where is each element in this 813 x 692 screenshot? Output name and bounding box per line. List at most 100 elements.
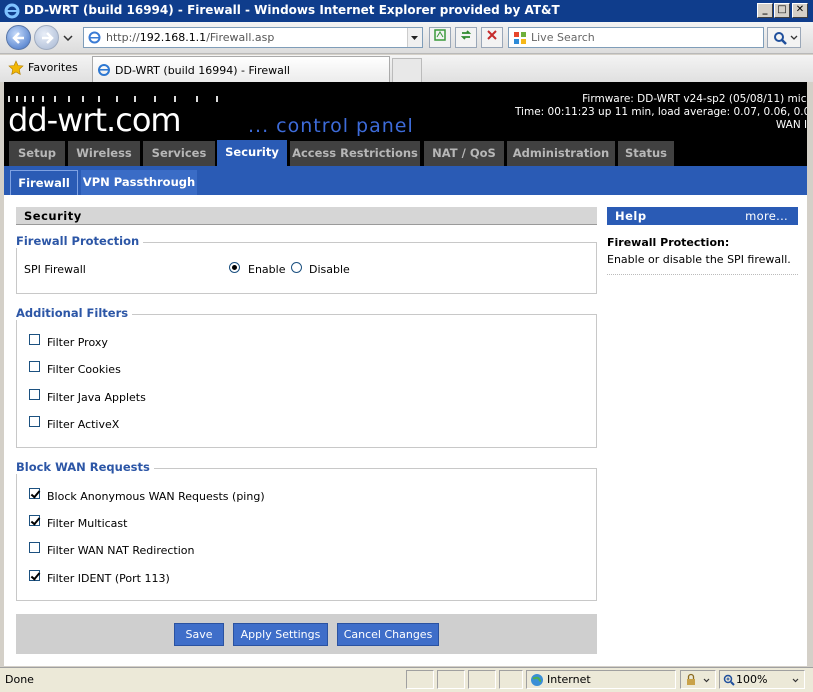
- section-title: Security: [16, 207, 597, 225]
- protected-mode-pane[interactable]: [680, 670, 716, 689]
- filter-java-applets-checkbox[interactable]: [29, 389, 40, 400]
- window-title-bar[interactable]: DD-WRT (build 16994) - Firewall - Window…: [0, 0, 813, 22]
- tab-nat-qos[interactable]: NAT / QoS: [424, 141, 504, 166]
- filter-activex-checkbox[interactable]: [29, 416, 40, 427]
- subtab-vpn-passthrough[interactable]: VPN Passthrough: [81, 170, 197, 195]
- filter-activex-label[interactable]: Filter ActiveX: [47, 418, 119, 431]
- block-wan-requests-legend: Block WAN Requests: [16, 460, 154, 474]
- tab-administration[interactable]: Administration: [507, 141, 615, 166]
- spi-firewall-label: SPI Firewall: [24, 263, 86, 276]
- browser-tab[interactable]: DD-WRT (build 16994) - Firewall: [92, 56, 390, 82]
- save-button[interactable]: Save: [174, 623, 224, 646]
- help-more-link[interactable]: more...: [745, 209, 788, 223]
- filter-wan-nat-redirection-checkbox[interactable]: [29, 542, 40, 553]
- live-search-icon: [514, 32, 526, 44]
- block-wan-requests-group: Block WAN Requests Block Anonymous WAN R…: [16, 460, 597, 601]
- filter-multicast-label[interactable]: Filter Multicast: [47, 517, 127, 530]
- tab-access-restrictions[interactable]: Access Restrictions: [290, 141, 420, 166]
- magnifier-icon: [774, 32, 787, 45]
- maximize-button[interactable]: □: [774, 3, 790, 18]
- ie-page-icon: [98, 64, 110, 76]
- address-field[interactable]: http://192.168.1.1/Firewall.asp: [83, 27, 423, 48]
- search-options-chevron-icon: [790, 35, 798, 40]
- status-pane: [406, 670, 434, 689]
- spi-disable-label[interactable]: Disable: [309, 263, 350, 276]
- filter-cookies-checkbox[interactable]: [29, 361, 40, 372]
- internet-globe-icon: [531, 674, 543, 686]
- internet-explorer-icon: [4, 3, 20, 19]
- filter-proxy-label[interactable]: Filter Proxy: [47, 336, 108, 349]
- spi-enable-radio[interactable]: [229, 262, 240, 273]
- ddwrt-header: dd-wrt.com ... control panel Firmware: D…: [4, 82, 807, 140]
- chevron-down-icon: [411, 36, 418, 40]
- compatibility-view-button[interactable]: [429, 27, 451, 48]
- refresh-icon: [460, 30, 472, 40]
- help-topic: Firewall Protection:: [607, 236, 730, 249]
- status-bar: Done Internet 100%: [0, 667, 813, 692]
- filter-multicast-checkbox[interactable]: [29, 515, 40, 526]
- filter-wan-nat-redirection-label[interactable]: Filter WAN NAT Redirection: [47, 544, 195, 557]
- sub-navigation: Firewall VPN Passthrough: [4, 166, 807, 195]
- status-text: Done: [5, 673, 34, 686]
- back-button[interactable]: [6, 25, 31, 50]
- page-icon: [88, 31, 101, 44]
- filter-ident-label[interactable]: Filter IDENT (Port 113): [47, 572, 170, 585]
- apply-settings-button[interactable]: Apply Settings: [233, 623, 328, 646]
- page-content: dd-wrt.com ... control panel Firmware: D…: [4, 82, 807, 666]
- chevron-down-icon: [703, 678, 710, 683]
- spi-enable-label[interactable]: Enable: [248, 263, 285, 276]
- block-anonymous-wan-checkbox[interactable]: [29, 488, 40, 499]
- new-tab-button[interactable]: [392, 58, 422, 82]
- control-panel-subtitle: ... control panel: [248, 115, 414, 137]
- firewall-protection-group: Firewall Protection SPI Firewall Enable …: [16, 234, 597, 294]
- tab-wireless[interactable]: Wireless: [68, 141, 140, 166]
- ddwrt-logo: dd-wrt.com: [8, 101, 182, 139]
- forward-button[interactable]: [34, 25, 59, 50]
- filter-java-applets-label[interactable]: Filter Java Applets: [47, 391, 146, 404]
- favorites-bar: Favorites DD-WRT (build 16994) - Firewal…: [0, 55, 813, 82]
- help-title: Help: [615, 209, 647, 223]
- additional-filters-legend: Additional Filters: [16, 306, 133, 320]
- spi-disable-radio[interactable]: [291, 262, 302, 273]
- action-button-bar: Save Apply Settings Cancel Changes: [16, 614, 597, 654]
- tab-services[interactable]: Services: [143, 141, 215, 166]
- favorites-star-icon[interactable]: [8, 60, 24, 76]
- zoom-level: 100%: [736, 673, 768, 686]
- help-header: Help more...: [607, 207, 798, 225]
- close-window-button[interactable]: ✕: [792, 3, 808, 18]
- uptime-info: Time: 00:11:23 up 11 min, load average: …: [514, 106, 807, 118]
- filter-ident-checkbox[interactable]: [29, 570, 40, 581]
- search-field[interactable]: Live Search: [508, 27, 764, 48]
- back-arrow-icon: [12, 32, 24, 44]
- address-url: http://192.168.1.1/Firewall.asp: [106, 31, 275, 44]
- tab-security[interactable]: Security: [217, 140, 287, 166]
- firewall-protection-legend: Firewall Protection: [16, 234, 144, 248]
- security-zone-label: Internet: [547, 673, 591, 686]
- zoom-chevron-icon: [792, 678, 799, 683]
- browser-tab-title: DD-WRT (build 16994) - Firewall: [115, 64, 290, 77]
- history-dropdown-icon[interactable]: [63, 35, 73, 41]
- compatibility-icon: [434, 29, 446, 41]
- subtab-firewall[interactable]: Firewall: [10, 170, 78, 195]
- search-placeholder: Live Search: [531, 31, 595, 44]
- lock-icon: [687, 673, 695, 685]
- wan-ip-info: WAN IP:: [775, 119, 807, 131]
- help-text: Enable or disable the SPI firewall.: [607, 253, 791, 266]
- filter-proxy-checkbox[interactable]: [29, 334, 40, 345]
- refresh-button[interactable]: [455, 27, 477, 48]
- filter-cookies-label[interactable]: Filter Cookies: [47, 363, 121, 376]
- favorites-label[interactable]: Favorites: [28, 61, 78, 74]
- status-pane: [437, 670, 465, 689]
- block-anonymous-wan-label[interactable]: Block Anonymous WAN Requests (ping): [47, 490, 265, 503]
- tab-status[interactable]: Status: [618, 141, 674, 166]
- cancel-changes-button[interactable]: Cancel Changes: [337, 623, 439, 646]
- address-dropdown[interactable]: [407, 28, 422, 47]
- stop-button[interactable]: [481, 27, 503, 48]
- tab-setup[interactable]: Setup: [9, 141, 65, 166]
- help-divider: [607, 274, 798, 275]
- address-toolbar: http://192.168.1.1/Firewall.asp Live Sea…: [0, 22, 813, 54]
- status-pane: [468, 670, 496, 689]
- additional-filters-group: Additional Filters Filter Proxy Filter C…: [16, 306, 597, 448]
- minimize-button[interactable]: _: [757, 3, 773, 18]
- search-button[interactable]: [767, 27, 801, 48]
